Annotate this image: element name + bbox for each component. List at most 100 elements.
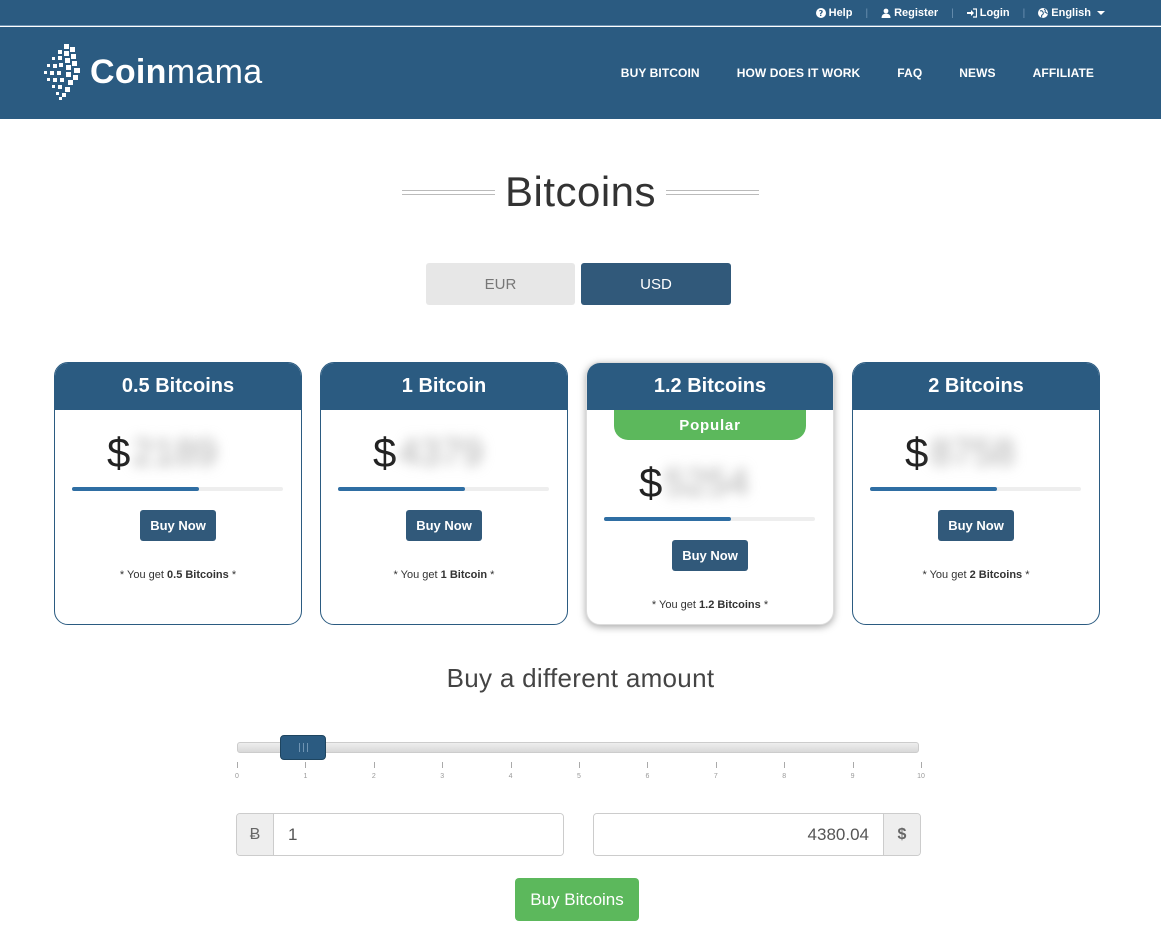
slider-tick xyxy=(442,762,444,768)
register-link[interactable]: Register xyxy=(881,7,938,19)
currency-toggle: EUR USD xyxy=(426,263,731,305)
card-title: 1 Bitcoin xyxy=(321,363,567,410)
question-circle-icon: ? xyxy=(815,8,826,18)
register-label: Register xyxy=(894,7,939,19)
you-get-text: * You get 1.2 Bitcoins * xyxy=(651,599,769,611)
currency-symbol: $ xyxy=(639,459,663,506)
price-bar-fill xyxy=(604,517,731,521)
different-amount-title: Buy a different amount xyxy=(446,663,715,693)
amount-slider-handle[interactable] xyxy=(280,735,326,760)
amount-slider-track[interactable] xyxy=(237,742,919,753)
buy-now-button[interactable]: Buy Now xyxy=(938,510,1014,541)
globe-icon xyxy=(1038,8,1049,18)
price-bar xyxy=(338,487,549,491)
slider-tick xyxy=(305,762,307,768)
slider-tick xyxy=(921,762,922,768)
main-nav: BUY BITCOIN HOW DOES IT WORK FAQ NEWS AF… xyxy=(621,27,1094,119)
slider-tick xyxy=(579,762,580,768)
usd-amount-input[interactable] xyxy=(594,814,883,855)
main-header: Coinmama BUY BITCOIN HOW DOES IT WORK FA… xyxy=(0,27,1161,119)
brand-logo[interactable]: Coinmama xyxy=(44,44,262,100)
buy-now-button[interactable]: Buy Now xyxy=(672,540,748,571)
nav-affiliate[interactable]: AFFILIATE xyxy=(1033,66,1094,80)
card-price: $ 2189 xyxy=(107,429,217,477)
nav-news[interactable]: NEWS xyxy=(959,66,995,80)
language-label: English xyxy=(1051,7,1091,19)
help-link[interactable]: ? Help xyxy=(815,7,853,19)
currency-symbol: $ xyxy=(373,429,397,476)
slider-tick xyxy=(852,762,854,768)
slider-tick-label: 7 xyxy=(713,773,718,780)
grip-line xyxy=(303,743,304,752)
slider-tick-label: 0 xyxy=(235,773,239,780)
currency-symbol: $ xyxy=(107,429,131,476)
buy-now-button[interactable]: Buy Now xyxy=(406,510,482,541)
currency-eur-button[interactable]: EUR xyxy=(426,263,575,305)
popular-badge: Popular xyxy=(614,410,806,440)
slider-tick-label: 1 xyxy=(303,773,308,780)
slider-tick-label: 3 xyxy=(440,773,445,780)
user-icon xyxy=(881,8,891,18)
price-bar-fill xyxy=(870,487,997,491)
slider-tick-label: 9 xyxy=(850,773,855,780)
help-label: Help xyxy=(828,7,853,19)
price-amount: 8758 xyxy=(930,431,1015,474)
card-title: 0.5 Bitcoins xyxy=(55,363,301,410)
price-card: 0.5 Bitcoins $ 2189 Buy Now * You get 0.… xyxy=(54,362,302,625)
card-price: $ 5254 xyxy=(639,459,749,507)
price-amount: 5254 xyxy=(664,461,749,504)
btc-amount-group: Ƀ xyxy=(236,813,564,856)
pixel-face-logo-icon xyxy=(44,44,80,100)
grip-line xyxy=(307,743,308,752)
bitcoin-symbol-icon: Ƀ xyxy=(237,814,274,855)
you-get-text: * You get 1 Bitcoin * xyxy=(393,569,495,581)
buy-bitcoins-button[interactable]: Buy Bitcoins xyxy=(515,878,639,921)
dollar-symbol-icon: $ xyxy=(883,814,920,855)
price-amount: 4379 xyxy=(398,431,483,474)
page-title-wrap: Bitcoins xyxy=(0,168,1161,216)
price-bar xyxy=(72,487,283,491)
language-selector[interactable]: English xyxy=(1038,7,1105,19)
top-utility-bar: ? Help | Register | Login | English xyxy=(0,0,1161,26)
slider-tick-label: 6 xyxy=(645,773,650,780)
card-title: 1.2 Bitcoins xyxy=(587,363,833,410)
usd-amount-group: $ xyxy=(593,813,921,856)
price-bar-fill xyxy=(72,487,199,491)
caret-down-icon xyxy=(1097,11,1105,15)
price-card: 2 Bitcoins $ 8758 Buy Now * You get 2 Bi… xyxy=(852,362,1100,625)
slider-ticks: 0 1 2 3 4 5 6 7 8 9 10 xyxy=(235,762,925,782)
title-divider-right xyxy=(666,189,760,195)
slider-tick xyxy=(715,762,717,768)
slider-tick xyxy=(510,762,512,768)
utility-links: ? Help | Register | Login | English xyxy=(815,0,1105,26)
login-label: Login xyxy=(979,7,1010,19)
card-price: $ 4379 xyxy=(373,429,483,477)
price-amount: 2189 xyxy=(132,431,217,474)
nav-faq[interactable]: FAQ xyxy=(897,66,922,80)
nav-buy-bitcoin[interactable]: BUY BITCOIN xyxy=(621,66,700,80)
slider-tick xyxy=(784,762,786,768)
slider-tick-label: 4 xyxy=(508,773,513,780)
currency-symbol: $ xyxy=(905,429,929,476)
btc-amount-input[interactable] xyxy=(274,814,563,855)
card-title: 2 Bitcoins xyxy=(853,363,1099,410)
price-bar xyxy=(870,487,1081,491)
svg-text:?: ? xyxy=(818,9,823,18)
you-get-text: * You get 2 Bitcoins * xyxy=(922,569,1030,581)
title-divider-left xyxy=(401,189,495,195)
card-price: $ 8758 xyxy=(905,429,1015,477)
nav-how-it-works[interactable]: HOW DOES IT WORK xyxy=(737,66,861,80)
page-title: Bitcoins xyxy=(504,168,657,215)
sign-in-icon xyxy=(966,8,977,18)
login-link[interactable]: Login xyxy=(966,7,1010,19)
currency-usd-button[interactable]: USD xyxy=(581,263,731,305)
price-bar-fill xyxy=(338,487,465,491)
price-bar xyxy=(604,517,815,521)
buy-now-button[interactable]: Buy Now xyxy=(140,510,216,541)
price-card: 1 Bitcoin $ 4379 Buy Now * You get 1 Bit… xyxy=(320,362,568,625)
slider-tick-label: 5 xyxy=(577,773,581,780)
you-get-text: * You get 0.5 Bitcoins * xyxy=(119,569,237,581)
slider-tick xyxy=(647,762,649,768)
brand-wordmark: Coinmama xyxy=(90,52,263,91)
separator: | xyxy=(1022,7,1026,19)
